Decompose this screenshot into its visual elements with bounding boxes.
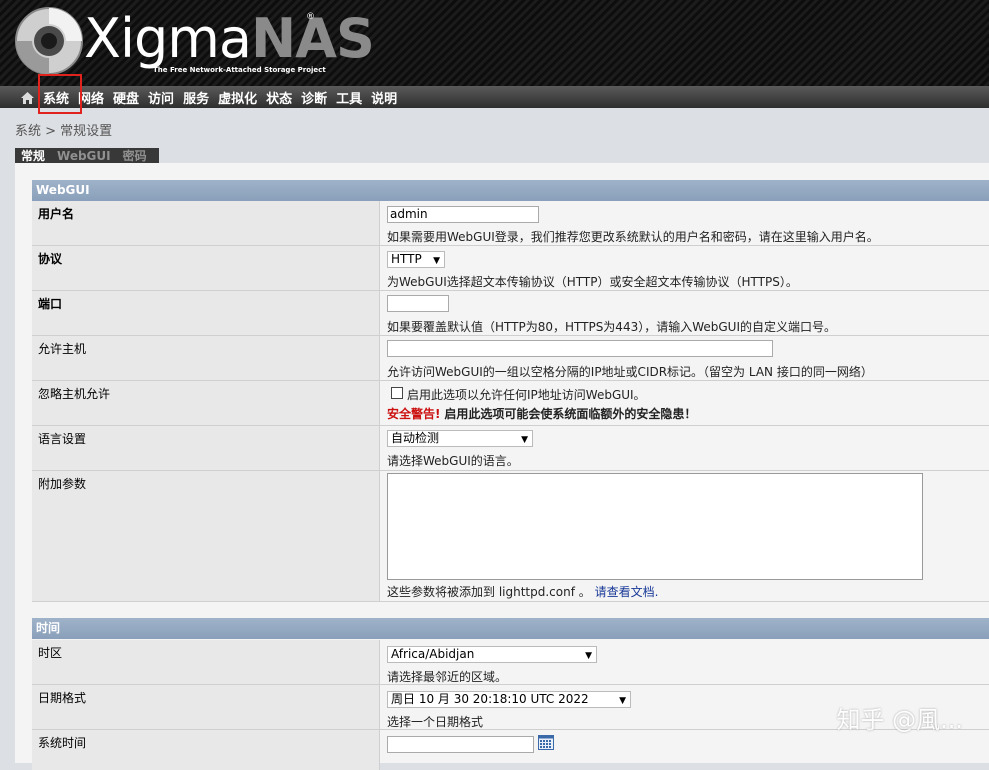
nav-item-services[interactable]: 服务: [183, 88, 209, 107]
calendar-icon[interactable]: [538, 735, 554, 750]
system-time-label: 系统时间: [32, 730, 380, 770]
port-input[interactable]: [387, 295, 449, 312]
date-format-select-value: 周日 10 月 30 20:18:10 UTC 2022: [391, 692, 589, 706]
chevron-down-icon: ▼: [585, 651, 592, 661]
system-time-input[interactable]: [387, 736, 534, 753]
aux-params-textarea[interactable]: [387, 473, 923, 580]
main-nav: 系统 网络 硬盘 访问 服务 虚拟化 状态 诊断 工具 说明: [0, 86, 989, 108]
nav-item-virtualization[interactable]: 虚拟化: [218, 88, 257, 107]
timezone-hint: 请选择最邻近的区域。: [387, 670, 508, 684]
section-header-time: 时间: [32, 618, 989, 639]
logo-wordmark: XigmaNAS: [84, 7, 375, 70]
security-warning-prefix: 安全警告!: [387, 407, 441, 421]
chevron-down-icon: ▼: [433, 256, 440, 266]
language-select-value: 自动检测: [391, 431, 440, 445]
row-ignore-host-allow: 忽略主机允许 启用此选项以允许任何IP地址访问WebGUI。 安全警告! 启用此…: [32, 381, 989, 426]
row-aux-params: 附加参数 这些参数将被添加到 lighttpd.conf 。 请查看文档.: [32, 471, 989, 602]
ignore-host-allow-checkbox-label: 启用此选项以允许任何IP地址访问WebGUI。: [407, 388, 646, 402]
logo-tagline: The Free Network-Attached Storage Projec…: [153, 66, 326, 74]
row-timezone: 时区 Africa/Abidjan ▼ 请选择最邻近的区域。: [32, 640, 989, 685]
row-port: 端口 如果要覆盖默认值（HTTP为80，HTTPS为443），请输入WebGUI…: [32, 291, 989, 336]
timezone-label: 时区: [32, 640, 380, 684]
row-language: 语言设置 自动检测 ▼ 请选择WebGUI的语言。: [32, 426, 989, 471]
allowed-hosts-label: 允许主机: [32, 336, 380, 380]
ignore-host-allow-checkbox[interactable]: [391, 387, 403, 399]
breadcrumb: 系统 > 常规设置: [15, 124, 113, 139]
xigmanas-logo-icon: [15, 7, 83, 75]
home-icon[interactable]: [20, 90, 34, 104]
highlight-box: [38, 74, 82, 114]
username-label: 用户名: [32, 201, 380, 245]
section-header-webgui: WebGUI: [32, 180, 989, 201]
tab-webgui[interactable]: WebGUI: [51, 149, 117, 163]
chevron-down-icon: ▼: [521, 435, 528, 445]
port-label: 端口: [32, 291, 380, 335]
content-panel: WebGUI 用户名 admin 如果需要用WebGUI登录，我们推荐您更改系统…: [15, 163, 989, 770]
protocol-select-value: HTTP: [391, 252, 422, 266]
username-input[interactable]: admin: [387, 206, 539, 223]
nav-item-tools[interactable]: 工具: [336, 88, 362, 107]
row-protocol: 协议 HTTP ▼ 为WebGUI选择超文本传输协议（HTTP）或安全超文本传输…: [32, 246, 989, 291]
protocol-select[interactable]: HTTP ▼: [387, 251, 445, 268]
docs-link[interactable]: 请查看文档.: [595, 585, 659, 599]
date-format-select[interactable]: 周日 10 月 30 20:18:10 UTC 2022 ▼: [387, 691, 631, 708]
aux-params-hint-text: 这些参数将被添加到 lighttpd.conf 。: [387, 585, 591, 599]
row-username: 用户名 admin 如果需要用WebGUI登录，我们推荐您更改系统默认的用户名和…: [32, 201, 989, 246]
tab-bar: 常规 WebGUI 密码: [15, 148, 159, 163]
username-hint: 如果需要用WebGUI登录，我们推荐您更改系统默认的用户名和密码，请在这里输入用…: [387, 230, 879, 244]
row-allowed-hosts: 允许主机 允许访问WebGUI的一组以空格分隔的IP地址或CIDR标记。（留空为…: [32, 336, 989, 381]
port-hint: 如果要覆盖默认值（HTTP为80，HTTPS为443），请输入WebGUI的自定…: [387, 320, 836, 334]
timezone-select-value: Africa/Abidjan: [391, 647, 475, 661]
language-select[interactable]: 自动检测 ▼: [387, 430, 533, 447]
security-warning-text: 启用此选项可能会使系统面临额外的安全隐患！: [444, 407, 697, 421]
aux-params-label: 附加参数: [32, 471, 380, 601]
row-system-time: 系统时间: [32, 730, 989, 770]
tab-password[interactable]: 密码: [117, 147, 153, 164]
logo-registered-mark: ®: [306, 12, 315, 22]
language-hint: 请选择WebGUI的语言。: [387, 454, 519, 468]
ignore-host-allow-label: 忽略主机允许: [32, 381, 380, 425]
nav-item-help[interactable]: 说明: [371, 88, 397, 107]
chevron-down-icon: ▼: [619, 696, 626, 706]
nav-item-status[interactable]: 状态: [266, 88, 292, 107]
header-banner: XigmaNAS ® The Free Network-Attached Sto…: [0, 0, 989, 86]
date-format-label: 日期格式: [32, 685, 380, 729]
allowed-hosts-input[interactable]: [387, 340, 773, 357]
language-label: 语言设置: [32, 426, 380, 470]
allowed-hosts-hint: 允许访问WebGUI的一组以空格分隔的IP地址或CIDR标记。（留空为 LAN …: [387, 365, 873, 379]
protocol-label: 协议: [32, 246, 380, 290]
nav-item-access[interactable]: 访问: [148, 88, 174, 107]
tab-general[interactable]: 常规: [15, 147, 51, 164]
nav-item-disks[interactable]: 硬盘: [113, 88, 139, 107]
security-warning: 安全警告! 启用此选项可能会使系统面临额外的安全隐患！: [387, 405, 696, 422]
timezone-select[interactable]: Africa/Abidjan ▼: [387, 646, 597, 663]
aux-params-hint: 这些参数将被添加到 lighttpd.conf 。 请查看文档.: [387, 583, 658, 600]
date-format-hint: 选择一个日期格式: [387, 715, 484, 729]
nav-item-diagnostics[interactable]: 诊断: [301, 88, 327, 107]
protocol-hint: 为WebGUI选择超文本传输协议（HTTP）或安全超文本传输协议（HTTPS）。: [387, 275, 798, 289]
watermark: 知乎 @風...: [836, 706, 963, 734]
